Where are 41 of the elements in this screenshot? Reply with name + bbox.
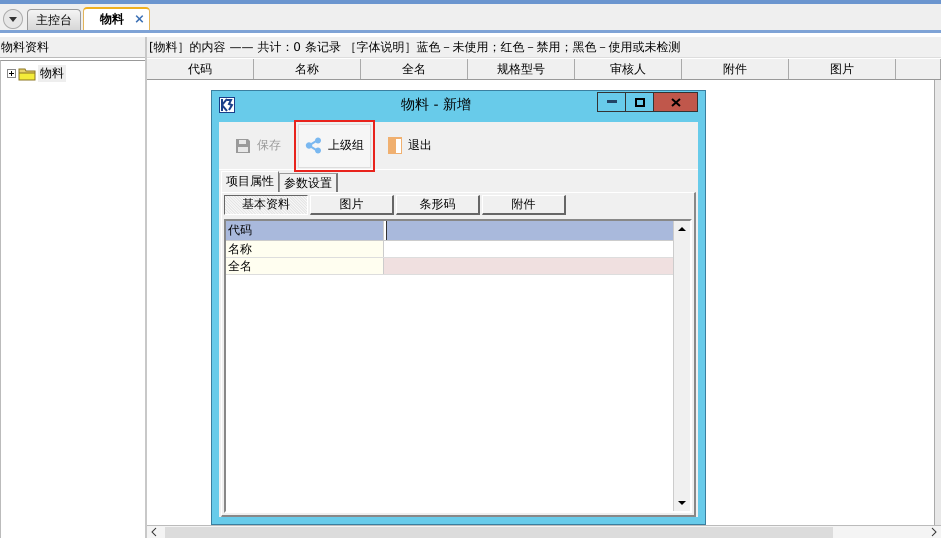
tab[interactable]: 主控台 xyxy=(27,9,81,30)
window-title: 物料 - 新增 xyxy=(400,96,472,114)
tab-button[interactable]: 基本资料 xyxy=(224,195,308,215)
door-icon xyxy=(388,137,402,154)
close-button[interactable] xyxy=(653,92,698,112)
folder-icon xyxy=(18,66,36,80)
horizontal-scrollbar[interactable] xyxy=(147,525,941,538)
field-label: 全名 xyxy=(226,258,384,274)
scrollbar[interactable] xyxy=(673,221,690,511)
field-label: 名称 xyxy=(226,241,384,257)
column-header[interactable]: 规格型号 xyxy=(468,59,575,79)
input-field[interactable] xyxy=(384,258,673,274)
tree-item[interactable]: 物料 xyxy=(38,65,66,82)
tab[interactable]: 参数设置 xyxy=(279,173,338,192)
column-header[interactable]: 图片 xyxy=(789,59,896,79)
app-logo-icon xyxy=(219,97,235,113)
minimize-button[interactable] xyxy=(597,92,625,112)
save-icon xyxy=(235,138,251,154)
maximize-icon xyxy=(634,98,644,106)
column-header[interactable]: 代码 xyxy=(147,59,254,79)
column-header[interactable]: 名称 xyxy=(254,59,361,79)
expand-icon[interactable] xyxy=(7,69,16,78)
tab-button[interactable]: 图片 xyxy=(310,195,394,215)
tab-button[interactable]: 条形码 xyxy=(396,195,480,215)
field-label: 代码 xyxy=(226,221,384,240)
close-icon xyxy=(670,98,680,106)
panel-title: 物料资料 xyxy=(0,37,145,58)
close-icon[interactable]: × xyxy=(134,12,145,27)
input-field[interactable] xyxy=(386,221,673,240)
column-header[interactable]: 全名 xyxy=(361,59,468,79)
minimize-icon xyxy=(606,100,616,104)
record-summary: [物料］的内容 —— 共计：0 条记录 ［字体说明］蓝色－未使用；红色－禁用；黑色－使用或未检测 xyxy=(147,37,941,58)
tab[interactable]: 项目属性 xyxy=(221,171,279,192)
column-header[interactable]: 审核人 xyxy=(575,59,682,79)
column-header[interactable]: 附件 xyxy=(682,59,789,79)
share-icon xyxy=(305,137,322,154)
dropdown-icon[interactable] xyxy=(3,9,23,29)
tab-button[interactable]: 附件 xyxy=(482,195,566,215)
scrollbar[interactable] xyxy=(934,80,941,525)
tab[interactable]: 物料 × xyxy=(83,7,150,30)
toolbar-button[interactable]: 退出 xyxy=(381,124,439,168)
